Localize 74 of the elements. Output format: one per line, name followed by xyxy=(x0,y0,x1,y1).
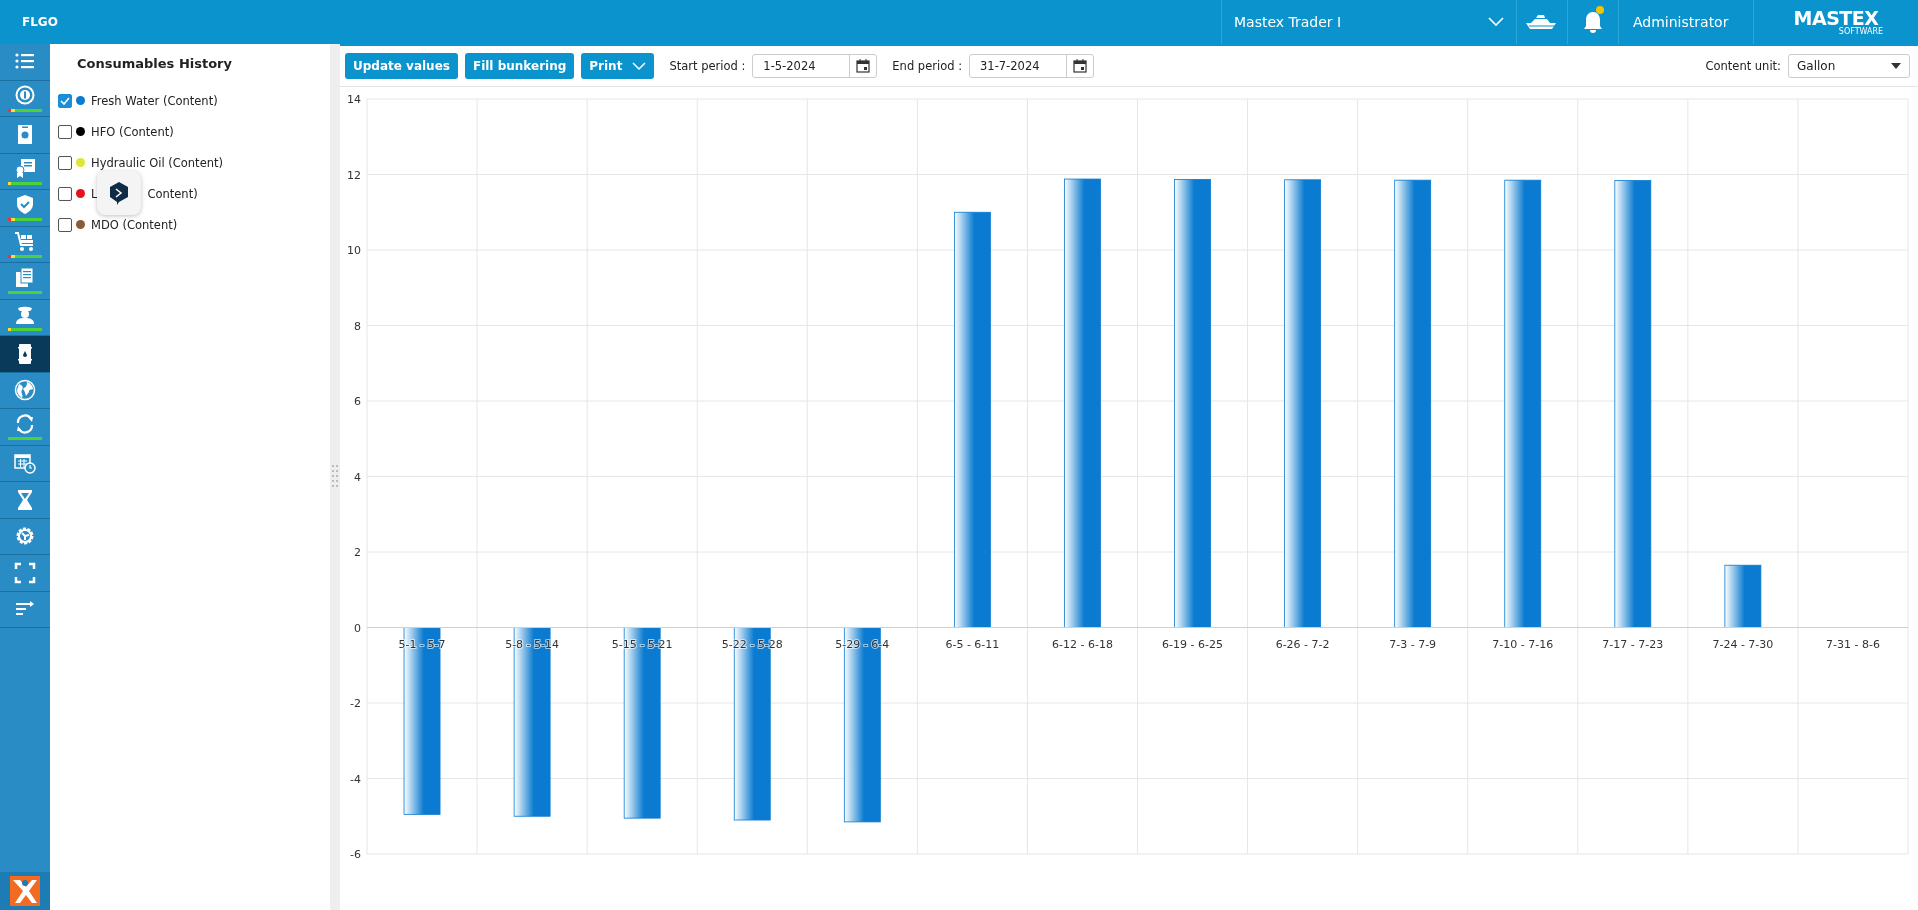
status-bar xyxy=(8,181,42,185)
logo-tagline: SOFTWARE xyxy=(1838,27,1884,36)
y-tick-label: 4 xyxy=(354,470,361,484)
user-menu[interactable]: Administrator xyxy=(1618,0,1753,44)
unit-dropdown[interactable]: Gallon xyxy=(1788,54,1910,78)
toolbar-button[interactable]: Update values xyxy=(345,53,458,79)
calendar-icon[interactable] xyxy=(856,59,871,73)
status-bar xyxy=(8,218,42,222)
app-name: FLGO xyxy=(21,15,59,29)
ship-icon[interactable] xyxy=(1525,14,1559,30)
toolbar-button[interactable]: Fill bunkering xyxy=(464,53,575,79)
legend-label: HFO (Content) xyxy=(91,124,174,139)
y-tick-label: 12 xyxy=(347,168,361,182)
x-tick-label: 6-5 - 6-11 xyxy=(945,637,1000,651)
expand-icon xyxy=(14,561,36,584)
checkbox[interactable] xyxy=(58,155,72,170)
documents-icon xyxy=(14,267,36,290)
y-tick-label: 8 xyxy=(354,319,361,333)
toolbar-button[interactable]: Print xyxy=(581,53,655,79)
y-tick-label: -4 xyxy=(350,772,361,786)
legend-label: MDO (Content) xyxy=(91,217,178,232)
status-bar xyxy=(8,291,42,295)
checkbox[interactable] xyxy=(58,186,72,201)
app-logo-icon xyxy=(10,876,40,906)
checkbox[interactable] xyxy=(58,124,72,139)
y-tick-label: 10 xyxy=(347,244,361,257)
x-tick-label: 6-12 - 6-18 xyxy=(1052,637,1113,651)
status-bar xyxy=(8,327,42,331)
resize-handle[interactable] xyxy=(332,465,338,489)
floating-button[interactable] xyxy=(97,171,141,215)
status-bar xyxy=(8,254,42,258)
field-label: Content unit: xyxy=(1705,59,1781,73)
x-tick-label: 7-17 - 7-23 xyxy=(1602,637,1664,651)
y-tick-label: 0 xyxy=(354,621,361,635)
x-tick-label: 7-24 - 7-30 xyxy=(1712,637,1774,651)
x-tick-label: 6-19 - 6-25 xyxy=(1162,637,1223,651)
x-tick-label: 7-31 - 8-6 xyxy=(1826,637,1880,651)
sync-icon xyxy=(14,413,36,436)
status-bar xyxy=(8,108,42,112)
panel-title: Consumables History xyxy=(77,56,233,71)
bell-icon[interactable] xyxy=(1583,10,1603,34)
bar xyxy=(1724,564,1762,628)
y-tick-label: 2 xyxy=(354,546,361,559)
x-tick-label: 6-26 - 7-2 xyxy=(1275,637,1330,651)
checkmark-icon xyxy=(60,96,70,105)
dropdown-arrow-icon xyxy=(1891,63,1901,69)
chevron-down-icon xyxy=(1488,17,1504,27)
certificate-icon xyxy=(14,157,36,180)
status-bar xyxy=(8,437,42,441)
x-tick-label: 7-10 - 7-16 xyxy=(1492,637,1554,651)
y-tick-label: 14 xyxy=(347,93,361,106)
vessel-selector[interactable]: Mastex Trader I xyxy=(1221,0,1516,44)
x-tick-label: 7-3 - 7-9 xyxy=(1389,637,1437,651)
y-tick-label: -2 xyxy=(350,697,361,710)
field-label: Start period : xyxy=(669,59,746,73)
legend-label: Content) xyxy=(147,186,198,201)
checkbox[interactable] xyxy=(58,217,72,232)
field-label: End period : xyxy=(892,59,962,73)
y-tick-label: -6 xyxy=(350,848,361,861)
legend-label: Fresh Water (Content) xyxy=(91,93,218,108)
y-tick-label: 6 xyxy=(354,395,361,408)
checkbox[interactable] xyxy=(58,93,72,108)
legend-label: L xyxy=(91,186,98,201)
date-field[interactable]: 31-7-2024 xyxy=(969,54,1094,78)
globe-icon xyxy=(14,379,36,402)
nav-item[interactable] xyxy=(0,336,50,373)
calendar-clock-icon xyxy=(14,452,36,475)
logo-name: MASTEX xyxy=(1793,8,1879,28)
legend-label: Hydraulic Oil (Content) xyxy=(91,155,223,170)
translate-icon xyxy=(108,181,130,205)
calendar-icon[interactable] xyxy=(1073,59,1087,73)
date-field[interactable]: 1-5-2024 xyxy=(752,54,878,78)
cart-icon xyxy=(14,230,36,253)
shield-check-icon xyxy=(14,194,36,217)
